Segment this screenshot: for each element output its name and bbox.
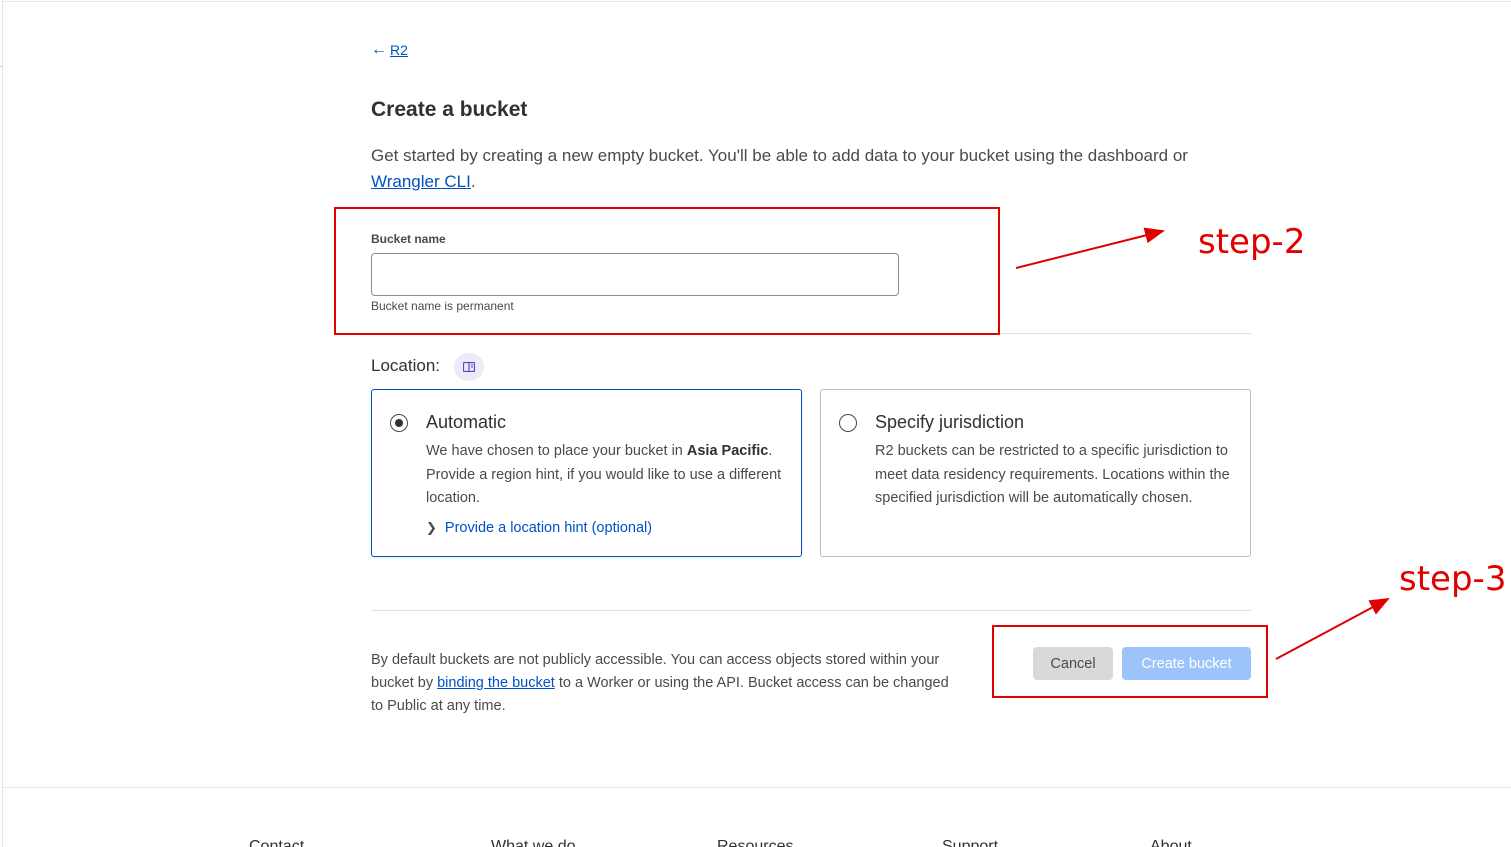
automatic-desc-prefix: We have chosen to place your bucket in	[426, 443, 687, 459]
automatic-radio[interactable]	[390, 414, 408, 432]
arrow-left-icon: ←	[371, 41, 387, 58]
location-label: Location:	[371, 356, 440, 375]
footer-link-contact[interactable]: Contact	[249, 838, 304, 847]
intro-text-body: Get started by creating a new empty buck…	[371, 146, 1188, 165]
footer-link-resources[interactable]: Resources	[717, 838, 793, 847]
chevron-right-icon: ❯	[426, 520, 437, 535]
page-title: Create a bucket	[371, 98, 528, 121]
jurisdiction-radio[interactable]	[839, 414, 857, 432]
automatic-title: Automatic	[426, 412, 507, 432]
footer-link-what-we-do[interactable]: What we do	[491, 838, 575, 847]
footer-divider	[371, 610, 1251, 611]
step-3-highlight-box	[992, 625, 1268, 698]
step-2-highlight-box	[334, 207, 1000, 335]
location-hint-label: Provide a location hint (optional)	[444, 520, 653, 536]
left-border	[2, 0, 3, 847]
access-note: By default buckets are not publicly acce…	[371, 649, 961, 718]
back-to-r2-link[interactable]: ← R2	[371, 41, 408, 59]
automatic-description: We have chosen to place your bucket in A…	[426, 440, 786, 511]
step-2-arrow	[1015, 227, 1165, 269]
book-icon[interactable]	[454, 353, 484, 381]
jurisdiction-description: R2 buckets can be restricted to a specif…	[875, 443, 1230, 506]
automatic-desc-region: Asia Pacific	[686, 443, 769, 459]
footer-link-about[interactable]: About	[1150, 838, 1192, 847]
jurisdiction-title: Specify jurisdiction	[875, 412, 1025, 432]
intro-text: Get started by creating a new empty buck…	[371, 143, 1251, 195]
step-3-label: step-3	[1399, 559, 1507, 599]
step-3-arrow	[1275, 598, 1390, 660]
location-hint-toggle[interactable]: ❯ Provide a location hint (optional)	[426, 520, 652, 536]
step-2-label: step-2	[1198, 222, 1306, 262]
left-border-tick	[0, 66, 3, 67]
back-link-label: R2	[390, 42, 408, 58]
footer-link-support[interactable]: Support	[942, 838, 998, 847]
wrangler-cli-link[interactable]: Wrangler CLI	[371, 172, 471, 191]
location-option-jurisdiction[interactable]: Specify jurisdiction R2 buckets can be r…	[820, 389, 1251, 557]
top-border	[2, 1, 1511, 2]
page-bottom-divider	[2, 787, 1511, 788]
location-option-automatic[interactable]: Automatic We have chosen to place your b…	[371, 389, 802, 557]
binding-the-bucket-link[interactable]: binding the bucket	[437, 675, 555, 691]
intro-text-end: .	[470, 172, 476, 191]
